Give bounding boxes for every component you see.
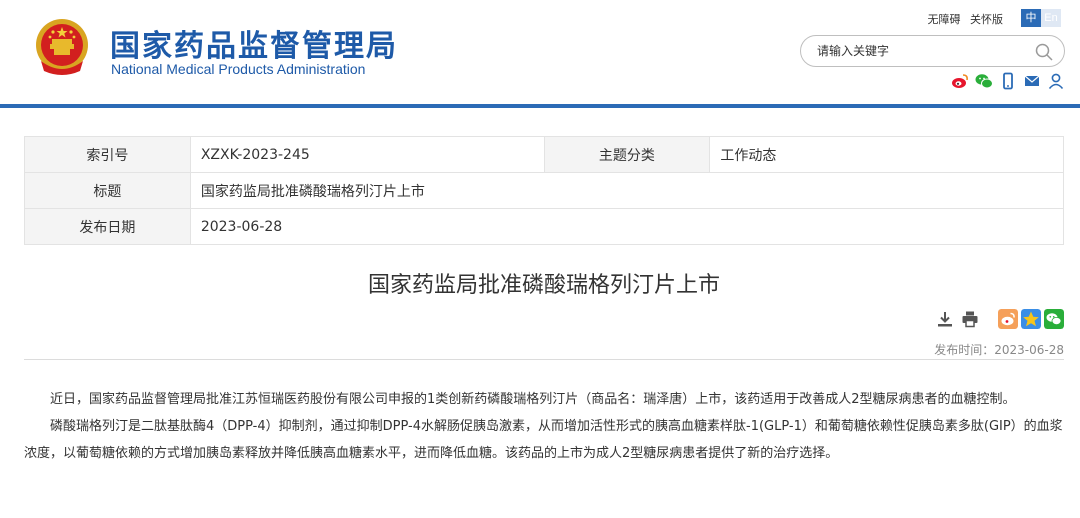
mobile-icon[interactable] <box>999 72 1017 90</box>
date-value: 2023-06-28 <box>189 208 1065 245</box>
category-value: 工作动态 <box>709 136 1064 173</box>
site-name-en: National Medical Products Administration <box>111 61 366 77</box>
mail-icon[interactable] <box>1023 72 1041 90</box>
accessibility-link[interactable]: 无障碍 <box>928 13 961 26</box>
article-body: 近日，国家药品监督管理局批准江苏恒瑞医药股份有限公司申报的1类创新药磷酸瑞格列汀… <box>24 386 1064 467</box>
weibo-icon[interactable] <box>951 72 969 90</box>
user-icon[interactable] <box>1047 72 1065 90</box>
header-divider <box>0 104 1080 108</box>
qzone-share-icon[interactable] <box>1021 309 1041 329</box>
lang-cn-button[interactable]: 中 <box>1021 9 1041 27</box>
language-switcher: 中 En <box>1021 9 1061 27</box>
social-links <box>951 72 1065 90</box>
table-row: 索引号 XZXK-2023-245 主题分类 工作动态 <box>24 136 1064 173</box>
weibo-share-icon[interactable] <box>998 309 1018 329</box>
article-paragraph: 近日，国家药品监督管理局批准江苏恒瑞医药股份有限公司申报的1类创新药磷酸瑞格列汀… <box>50 392 1016 407</box>
search-icon[interactable] <box>1034 42 1054 62</box>
top-links: 无障碍 关怀版 <box>922 11 1004 27</box>
category-label: 主题分类 <box>543 136 711 173</box>
index-value: XZXK-2023-245 <box>189 136 545 173</box>
site-name-cn: 国家药品监督管理局 <box>110 29 398 64</box>
download-icon[interactable] <box>935 309 955 329</box>
index-label: 索引号 <box>24 136 191 173</box>
care-mode-link[interactable]: 关怀版 <box>970 13 1003 26</box>
national-emblem-icon <box>36 19 88 75</box>
publish-label: 发布时间： <box>934 343 995 357</box>
table-row: 标题 国家药监局批准磷酸瑞格列汀片上市 <box>24 172 1065 209</box>
publish-info: 发布时间：2023-06-28 <box>24 333 1064 360</box>
title-label: 标题 <box>24 172 191 209</box>
search-box <box>800 35 1065 67</box>
article-info-table: 索引号 XZXK-2023-245 主题分类 工作动态 标题 国家药监局批准磷酸… <box>24 136 1065 245</box>
wechat-share-icon[interactable] <box>1044 309 1064 329</box>
wechat-icon[interactable] <box>975 72 993 90</box>
article-paragraph: 磷酸瑞格列汀是二肽基肽酶4（DPP-4）抑制剂，通过抑制DPP-4水解肠促胰岛激… <box>24 419 1063 461</box>
print-icon[interactable] <box>960 309 980 329</box>
article-tools <box>935 309 1064 329</box>
date-label: 发布日期 <box>24 208 191 245</box>
lang-en-button[interactable]: En <box>1041 9 1061 27</box>
site-header: 国家药品监督管理局 National Medical Products Admi… <box>0 0 1080 104</box>
publish-date: 2023-06-28 <box>994 343 1064 357</box>
title-value: 国家药监局批准磷酸瑞格列汀片上市 <box>189 172 1065 209</box>
table-row: 发布日期 2023-06-28 <box>24 208 1065 245</box>
article-title: 国家药监局批准磷酸瑞格列汀片上市 <box>367 273 720 298</box>
share-buttons <box>998 309 1064 329</box>
search-input[interactable] <box>817 42 1027 60</box>
